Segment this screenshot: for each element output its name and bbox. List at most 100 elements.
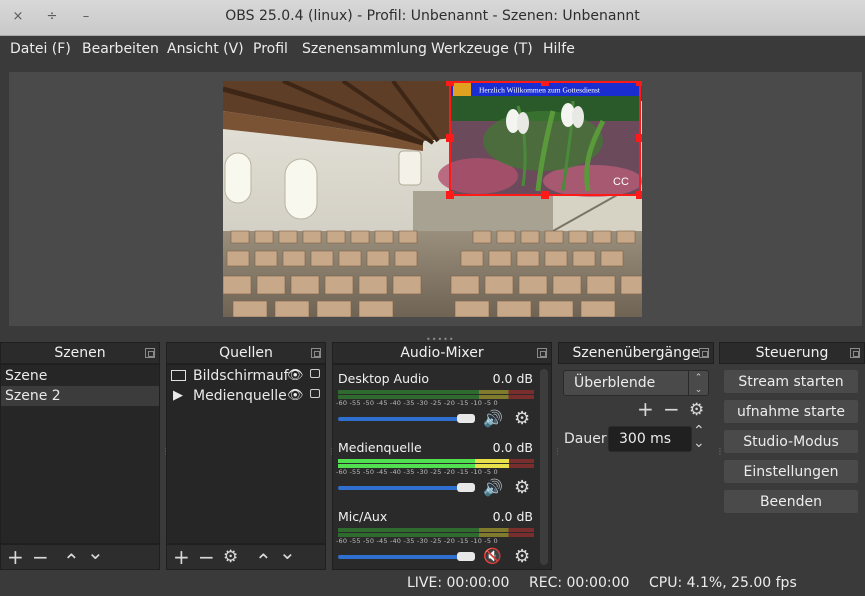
combo-arrows-icon[interactable]: ⌃ ⌄ xyxy=(688,371,708,395)
cpu-status: CPU: 4.1%, 25.00 fps xyxy=(649,575,797,591)
scene-item[interactable]: Szene xyxy=(1,366,159,386)
remove-scene-button[interactable]: − xyxy=(32,547,49,567)
preview-canvas[interactable]: Herzlich Willkommen zum Gottesdienst CC xyxy=(223,81,642,317)
menu-tools[interactable]: Werkzeuge (T) xyxy=(431,41,533,57)
move-source-up-button[interactable]: ⌃ xyxy=(255,551,272,571)
transition-select[interactable]: Überblende ⌃ ⌄ xyxy=(563,370,709,396)
scenes-dock-title: Szenen xyxy=(0,342,160,364)
source-label: Bildschirmauf xyxy=(193,368,289,384)
speaker-icon[interactable]: 🔊 xyxy=(483,409,503,428)
add-scene-button[interactable]: + xyxy=(7,547,24,567)
title-bar: × ÷ – OBS 25.0.4 (linux) - Profil: Unben… xyxy=(0,0,865,36)
scenes-title: Szenen xyxy=(54,345,106,361)
scene-item-selected[interactable]: Szene 2 xyxy=(1,386,159,406)
undock-icon[interactable] xyxy=(850,348,860,358)
monitor-icon xyxy=(171,370,186,381)
speaker-muted-icon[interactable]: 🔇 xyxy=(483,547,502,565)
channel-db: 0.0 dB xyxy=(492,509,533,524)
add-source-button[interactable]: + xyxy=(173,547,190,567)
speaker-icon[interactable]: 🔊 xyxy=(483,478,503,497)
transitions-title: Szenenübergänge xyxy=(572,345,700,361)
transition-settings-icon[interactable]: ⚙ xyxy=(689,400,704,420)
meter-scale: -60 -55 -50 -45 -40 -35 -30 -25 -20 -15 … xyxy=(336,537,498,545)
exit-button[interactable]: Beenden xyxy=(723,489,859,514)
window-title: OBS 25.0.4 (linux) - Profil: Unbenannt -… xyxy=(225,8,640,24)
controls-dock-title: Steuerung xyxy=(719,342,865,364)
undock-icon[interactable] xyxy=(537,348,547,358)
dock-splitter[interactable]: ⋮ xyxy=(716,448,724,456)
controls-title: Steuerung xyxy=(755,345,829,361)
live-status: LIVE: 00:00:00 xyxy=(407,575,510,591)
channel-name: Desktop Audio xyxy=(338,371,430,386)
volume-slider-thumb[interactable] xyxy=(457,552,475,561)
mixer-dock-title: Audio-Mixer xyxy=(332,342,552,364)
transition-selected: Überblende xyxy=(574,375,656,391)
source-item[interactable]: ▶ Medienquelle 👁 xyxy=(167,386,325,406)
source-item[interactable]: Bildschirmauf 👁 xyxy=(167,366,325,386)
settings-button[interactable]: Einstellungen xyxy=(723,459,859,484)
volume-slider-thumb[interactable] xyxy=(457,483,475,492)
scenes-list[interactable]: Szene Szene 2 xyxy=(0,364,160,544)
level-meter xyxy=(338,390,534,394)
eye-icon[interactable]: 👁 xyxy=(287,386,304,406)
channel-name: Mic/Aux xyxy=(338,509,388,524)
remove-source-button[interactable]: − xyxy=(198,547,215,567)
sources-list[interactable]: Bildschirmauf 👁 ▶ Medienquelle 👁 xyxy=(166,364,326,544)
volume-slider[interactable] xyxy=(338,417,472,421)
gear-icon[interactable]: ⚙ xyxy=(514,546,530,567)
menu-bar: Datei (F) Bearbeiten Ansicht (V) Profil … xyxy=(0,36,865,66)
transitions-panel: Überblende ⌃ ⌄ + − ⚙ Dauer 300 ms ⌃ ⌄ xyxy=(558,364,714,570)
menu-scene-collection[interactable]: Szenensammlung xyxy=(302,41,427,57)
duration-spin-icon[interactable]: ⌃ ⌄ xyxy=(693,424,705,450)
church-hall-image: Herzlich Willkommen zum Gottesdienst CC xyxy=(223,81,642,317)
dock-splitter[interactable]: ⋮ xyxy=(328,448,336,456)
lock-icon[interactable] xyxy=(310,369,320,378)
remove-transition-button[interactable]: − xyxy=(663,399,680,419)
channel-db: 0.0 dB xyxy=(492,440,533,455)
undock-icon[interactable] xyxy=(145,348,155,358)
volume-slider[interactable] xyxy=(338,555,472,559)
undock-icon[interactable] xyxy=(311,348,321,358)
menu-profile[interactable]: Profil xyxy=(253,41,288,57)
volume-slider-thumb[interactable] xyxy=(457,414,475,423)
dock-splitter[interactable]: ⋮ xyxy=(162,448,170,456)
menu-edit[interactable]: Bearbeiten xyxy=(82,41,159,57)
mixer-panel: Desktop Audio 0.0 dB -60 -55 -50 -45 -40… xyxy=(332,364,552,570)
eye-icon[interactable]: 👁 xyxy=(287,366,304,386)
gear-icon[interactable]: ⚙ xyxy=(514,408,530,429)
overlay-banner-text: Herzlich Willkommen zum Gottesdienst xyxy=(479,86,601,95)
add-transition-button[interactable]: + xyxy=(637,399,654,419)
flower-overlay[interactable]: Herzlich Willkommen zum Gottesdienst CC xyxy=(438,82,642,197)
source-settings-icon[interactable]: ⚙ xyxy=(223,547,238,567)
level-meter xyxy=(338,528,534,532)
menu-view[interactable]: Ansicht (V) xyxy=(167,41,244,57)
sources-toolbar: + − ⚙ ⌃ ⌄ xyxy=(166,542,326,571)
mixer-title: Audio-Mixer xyxy=(400,345,484,361)
move-scene-down-button[interactable]: ⌄ xyxy=(87,542,104,562)
status-bar: LIVE: 00:00:00 REC: 00:00:00 CPU: 4.1%, … xyxy=(0,570,865,596)
duration-value: 300 ms xyxy=(619,431,672,447)
duration-label: Dauer xyxy=(564,431,607,447)
channel-name: Medienquelle xyxy=(338,440,422,455)
start-recording-button[interactable]: ufnahme starte xyxy=(723,399,859,424)
dock-splitter[interactable]: ⋮ xyxy=(554,448,562,456)
level-fill xyxy=(338,459,509,463)
studio-mode-button[interactable]: Studio-Modus xyxy=(723,429,859,454)
gear-icon[interactable]: ⚙ xyxy=(514,477,530,498)
scenes-toolbar: + − ⌃ ⌄ xyxy=(0,542,160,571)
menu-file[interactable]: Datei (F) xyxy=(10,41,71,57)
start-streaming-button[interactable]: Stream starten xyxy=(723,369,859,394)
sources-dock-title: Quellen xyxy=(166,342,326,364)
play-icon: ▶ xyxy=(173,388,183,403)
lock-icon[interactable] xyxy=(310,389,320,398)
move-source-down-button[interactable]: ⌄ xyxy=(279,542,296,562)
mixer-scrollbar[interactable] xyxy=(540,369,548,565)
volume-slider[interactable] xyxy=(338,486,472,490)
menu-help[interactable]: Hilfe xyxy=(543,41,575,57)
undock-icon[interactable] xyxy=(699,348,709,358)
source-label: Medienquelle xyxy=(193,388,287,404)
duration-input[interactable]: 300 ms xyxy=(608,426,692,452)
level-meter xyxy=(338,459,534,463)
move-scene-up-button[interactable]: ⌃ xyxy=(63,551,80,571)
channel-db: 0.0 dB xyxy=(492,371,533,386)
